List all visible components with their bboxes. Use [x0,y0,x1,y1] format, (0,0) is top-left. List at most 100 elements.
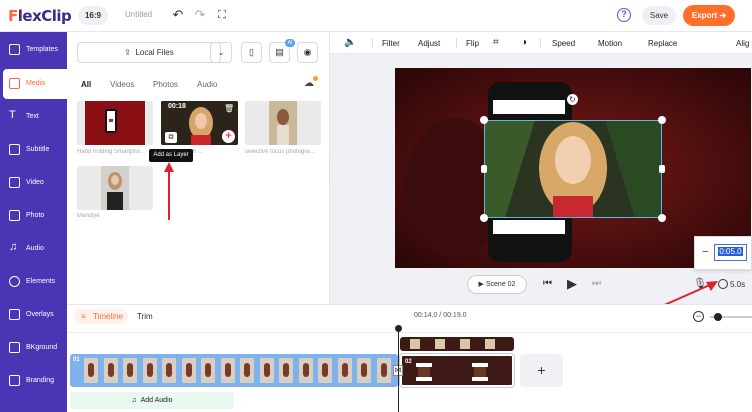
plus-icon: + [537,362,546,378]
save-button[interactable]: Save [642,6,676,25]
video-clip-02[interactable]: 02 [399,353,515,388]
overlay-track-clip[interactable] [400,337,514,351]
video-icon [9,177,20,188]
scene-selector[interactable]: ▶ Scene 02 [467,275,527,294]
play-small-icon: ▶ [478,281,484,288]
overlay-filmstrip [410,339,495,349]
fullscreen-icon[interactable]: ⛶ [215,8,229,22]
play-icon[interactable]: ▶ [567,276,577,292]
decrease-duration-button[interactable]: − [702,246,708,258]
phone-upload-button[interactable]: ▯ [241,42,262,63]
clip-duration-label[interactable]: 5.0s [730,280,745,289]
filmstrip-frame [201,358,215,383]
sidebar-item-elements[interactable]: Elements [0,267,67,297]
add-to-timeline-icon[interactable]: + [222,130,235,143]
media-caption: selective focus photogra... [245,149,315,155]
motion-button[interactable]: Motion [598,39,622,48]
redo-icon[interactable]: ↷ [193,8,207,22]
local-files-dropdown[interactable]: ⌄ [210,42,232,63]
templates-icon [9,44,20,55]
media-caption: Hand holding Smartpho... [77,149,146,155]
record-button[interactable]: ◉ [297,42,318,63]
next-icon[interactable]: ⏭ [592,278,601,289]
media-thumb-mandiye[interactable] [77,166,153,210]
local-files-button[interactable]: ⇪ Local Files [77,42,221,63]
selective-focus-image [269,101,297,145]
timeline-ruler[interactable] [67,327,752,333]
chat-icon: ▤ [275,47,284,57]
sidebar-item-overlays[interactable]: Overlays [0,300,67,330]
chevron-down-icon: ⌄ [217,48,225,57]
trash-icon[interactable]: 🗑 [224,104,234,113]
undo-icon[interactable]: ↶ [171,8,185,22]
zoom-out-icon[interactable]: − [693,311,704,322]
filmstrip-frame [142,358,157,383]
sidebar-item-background[interactable]: BKground [0,333,67,363]
playhead[interactable] [398,327,399,412]
zoom-slider-handle[interactable] [714,313,722,321]
hand-phone-image [85,101,145,145]
resize-handle[interactable] [481,165,487,173]
media-thumb-hand-phone[interactable] [77,101,153,145]
export-button[interactable]: Export ➔ [683,5,735,26]
toolbar-divider [372,38,373,48]
toolbar-divider [456,38,457,48]
align-button[interactable]: Alig [736,39,749,48]
sidebar-item-media[interactable]: Media [3,69,67,99]
video-clip-01[interactable]: 01 [70,354,398,387]
color-icon[interactable]: ◑ [521,37,527,48]
sidebar-item-templates[interactable]: Templates [0,35,67,65]
add-clip-button[interactable]: + [520,354,563,387]
filmstrip-frame [123,358,137,383]
sidebar-item-photo[interactable]: Photo [0,201,67,231]
filmstrip-frame [220,358,235,383]
timeline-icon: ≡ [81,312,86,321]
adjust-button[interactable]: Adjust [418,39,440,48]
resize-handle[interactable] [480,116,488,124]
clip-index: 02 [405,359,412,365]
flexclip-logo[interactable]: FlexClip [8,7,72,25]
filter-button[interactable]: Filter [382,39,400,48]
branding-icon [9,375,20,386]
upload-icon: ⇪ [124,48,131,57]
sidebar-item-audio[interactable]: ♫ Audio [0,234,67,264]
subtitle-icon [9,144,20,155]
resize-handle[interactable] [658,214,666,222]
filmstrip-frame [298,358,313,383]
add-audio-button[interactable]: ♫ Add Audio [70,392,234,409]
filmstrip-frame [318,358,332,383]
replace-button[interactable]: Replace [648,39,677,48]
resize-handle[interactable] [658,116,666,124]
media-thumb-selective-focus[interactable] [245,101,321,145]
filmstrip-frame [337,358,352,383]
tab-videos[interactable]: Videos [110,80,134,89]
duration-input[interactable]: 0:05.0 [714,244,747,261]
sidebar-item-text[interactable]: T Text [0,102,67,132]
selection-frame[interactable] [484,120,662,218]
photo-icon [9,210,20,221]
speed-button[interactable]: Speed [552,39,575,48]
project-title[interactable]: Untitled [125,10,152,19]
tab-all[interactable]: All [81,80,91,89]
elements-icon [9,276,20,287]
tab-timeline[interactable]: ≡ Timeline [74,309,128,324]
crop-icon[interactable]: ⌗ [493,37,499,48]
clip-02-filmstrip [416,363,488,381]
aspect-ratio-button[interactable]: 16:9 [78,6,108,25]
add-as-layer-icon[interactable]: ⧉ [165,132,177,143]
tab-photos[interactable]: Photos [153,80,178,89]
tab-trim[interactable]: Trim [137,312,153,321]
resize-handle[interactable] [659,165,665,173]
resize-handle[interactable] [480,214,488,222]
filmstrip-frame [103,358,118,383]
volume-icon[interactable]: 🔈 [344,37,356,48]
rotate-icon[interactable]: ↻ [567,94,578,105]
flip-button[interactable]: Flip [466,39,479,48]
sidebar-item-video[interactable]: Video [0,168,67,198]
sidebar-item-branding[interactable]: Branding [0,366,67,396]
previous-icon[interactable]: ⏮ [543,278,552,289]
tab-audio[interactable]: Audio [197,80,217,89]
filmstrip-frame [240,358,254,383]
sidebar-item-subtitle[interactable]: Subtitle [0,135,67,165]
help-icon[interactable]: ? [617,8,631,22]
